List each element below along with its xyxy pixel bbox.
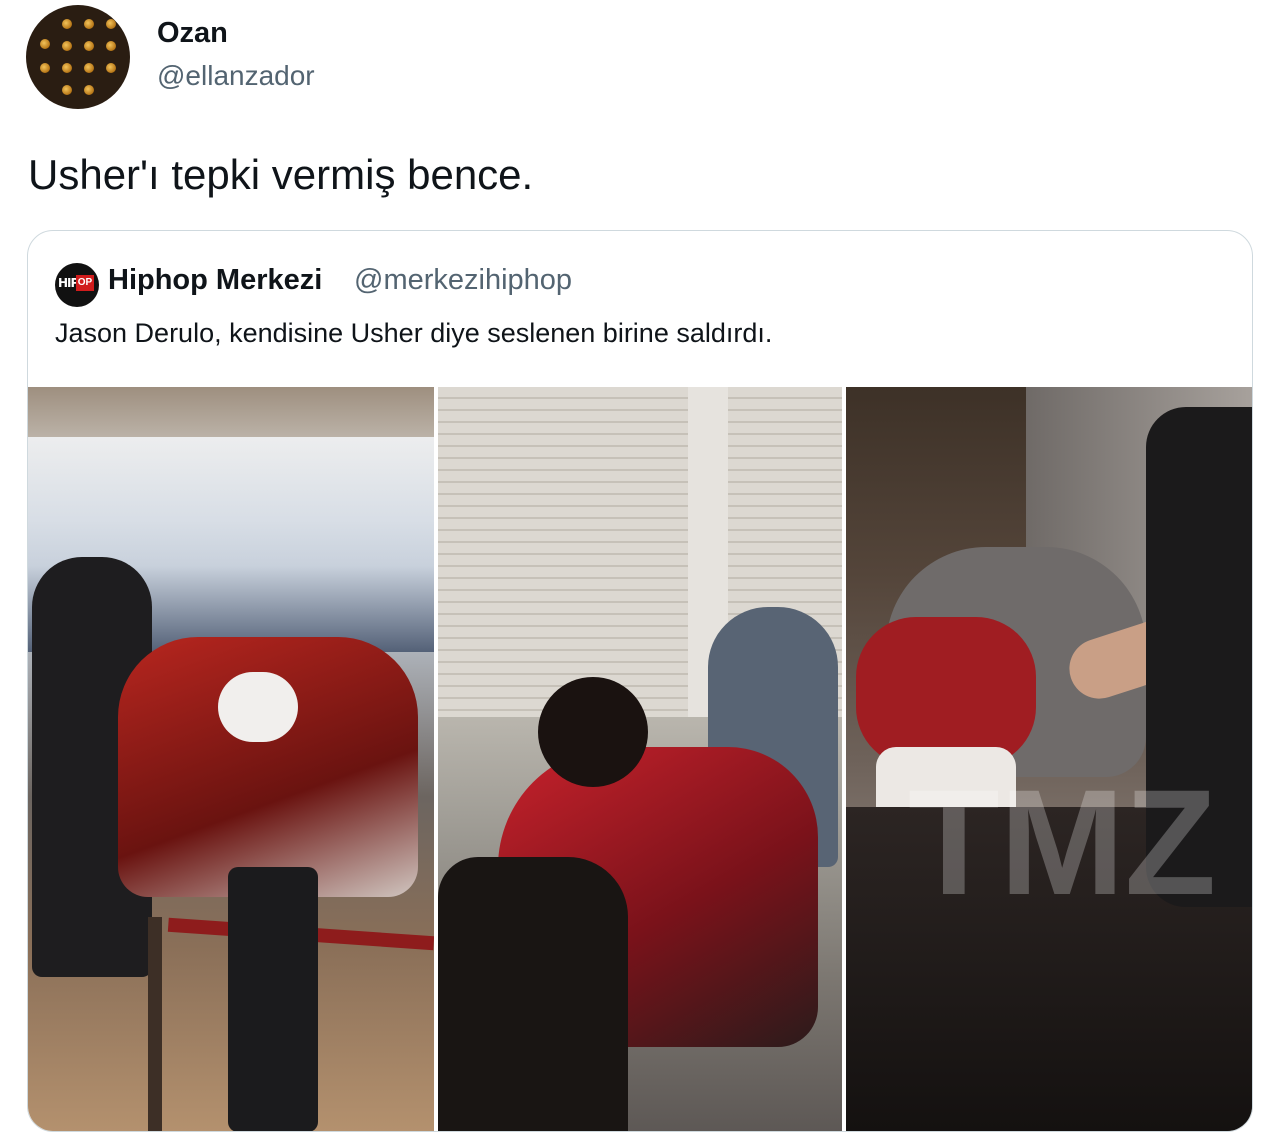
avatar-dot (62, 63, 72, 73)
tweet-text: Usher'ı tepki vermiş bence. (28, 151, 534, 198)
person-dark-front (438, 857, 628, 1131)
quoted-author-name[interactable]: Hiphop Merkezi (108, 262, 322, 298)
video-frame-1[interactable] (28, 387, 434, 1131)
avatar-dot (40, 63, 50, 73)
mask-face (218, 672, 298, 742)
quoted-media[interactable]: TMZ (28, 387, 1252, 1131)
avatar-dot (84, 85, 94, 95)
avatar-dot (106, 19, 116, 29)
avatar-dot (62, 85, 72, 95)
curly-head (538, 677, 648, 787)
hiphop-logo-badge: OP (76, 275, 94, 291)
avatar-dot (62, 41, 72, 51)
avatar-dot (84, 41, 94, 51)
video-frame-2[interactable] (438, 387, 842, 1131)
tmz-watermark: TMZ (908, 758, 1217, 926)
stanchion-post (148, 917, 162, 1131)
avatar-dot (106, 63, 116, 73)
quoted-tweet-text: Jason Derulo, kendisine Usher diye sesle… (55, 318, 773, 348)
author-handle[interactable]: @ellanzador (157, 59, 315, 93)
avatar-dot (62, 19, 72, 29)
quoted-author-handle[interactable]: @merkezihiphop (354, 262, 572, 298)
avatar-dot (40, 39, 50, 49)
quoted-author-avatar[interactable]: HIP OP (55, 263, 99, 307)
author-avatar[interactable] (26, 5, 130, 109)
avatar-dot (84, 63, 94, 73)
person-legs (228, 867, 318, 1131)
quoted-tweet-card[interactable]: HIP OP Hiphop Merkezi @merkezihiphop Jas… (27, 230, 1253, 1132)
avatar-dot (84, 19, 94, 29)
author-name[interactable]: Ozan (157, 16, 228, 50)
red-jacket-scuffle (856, 617, 1036, 767)
avatar-dot (106, 41, 116, 51)
